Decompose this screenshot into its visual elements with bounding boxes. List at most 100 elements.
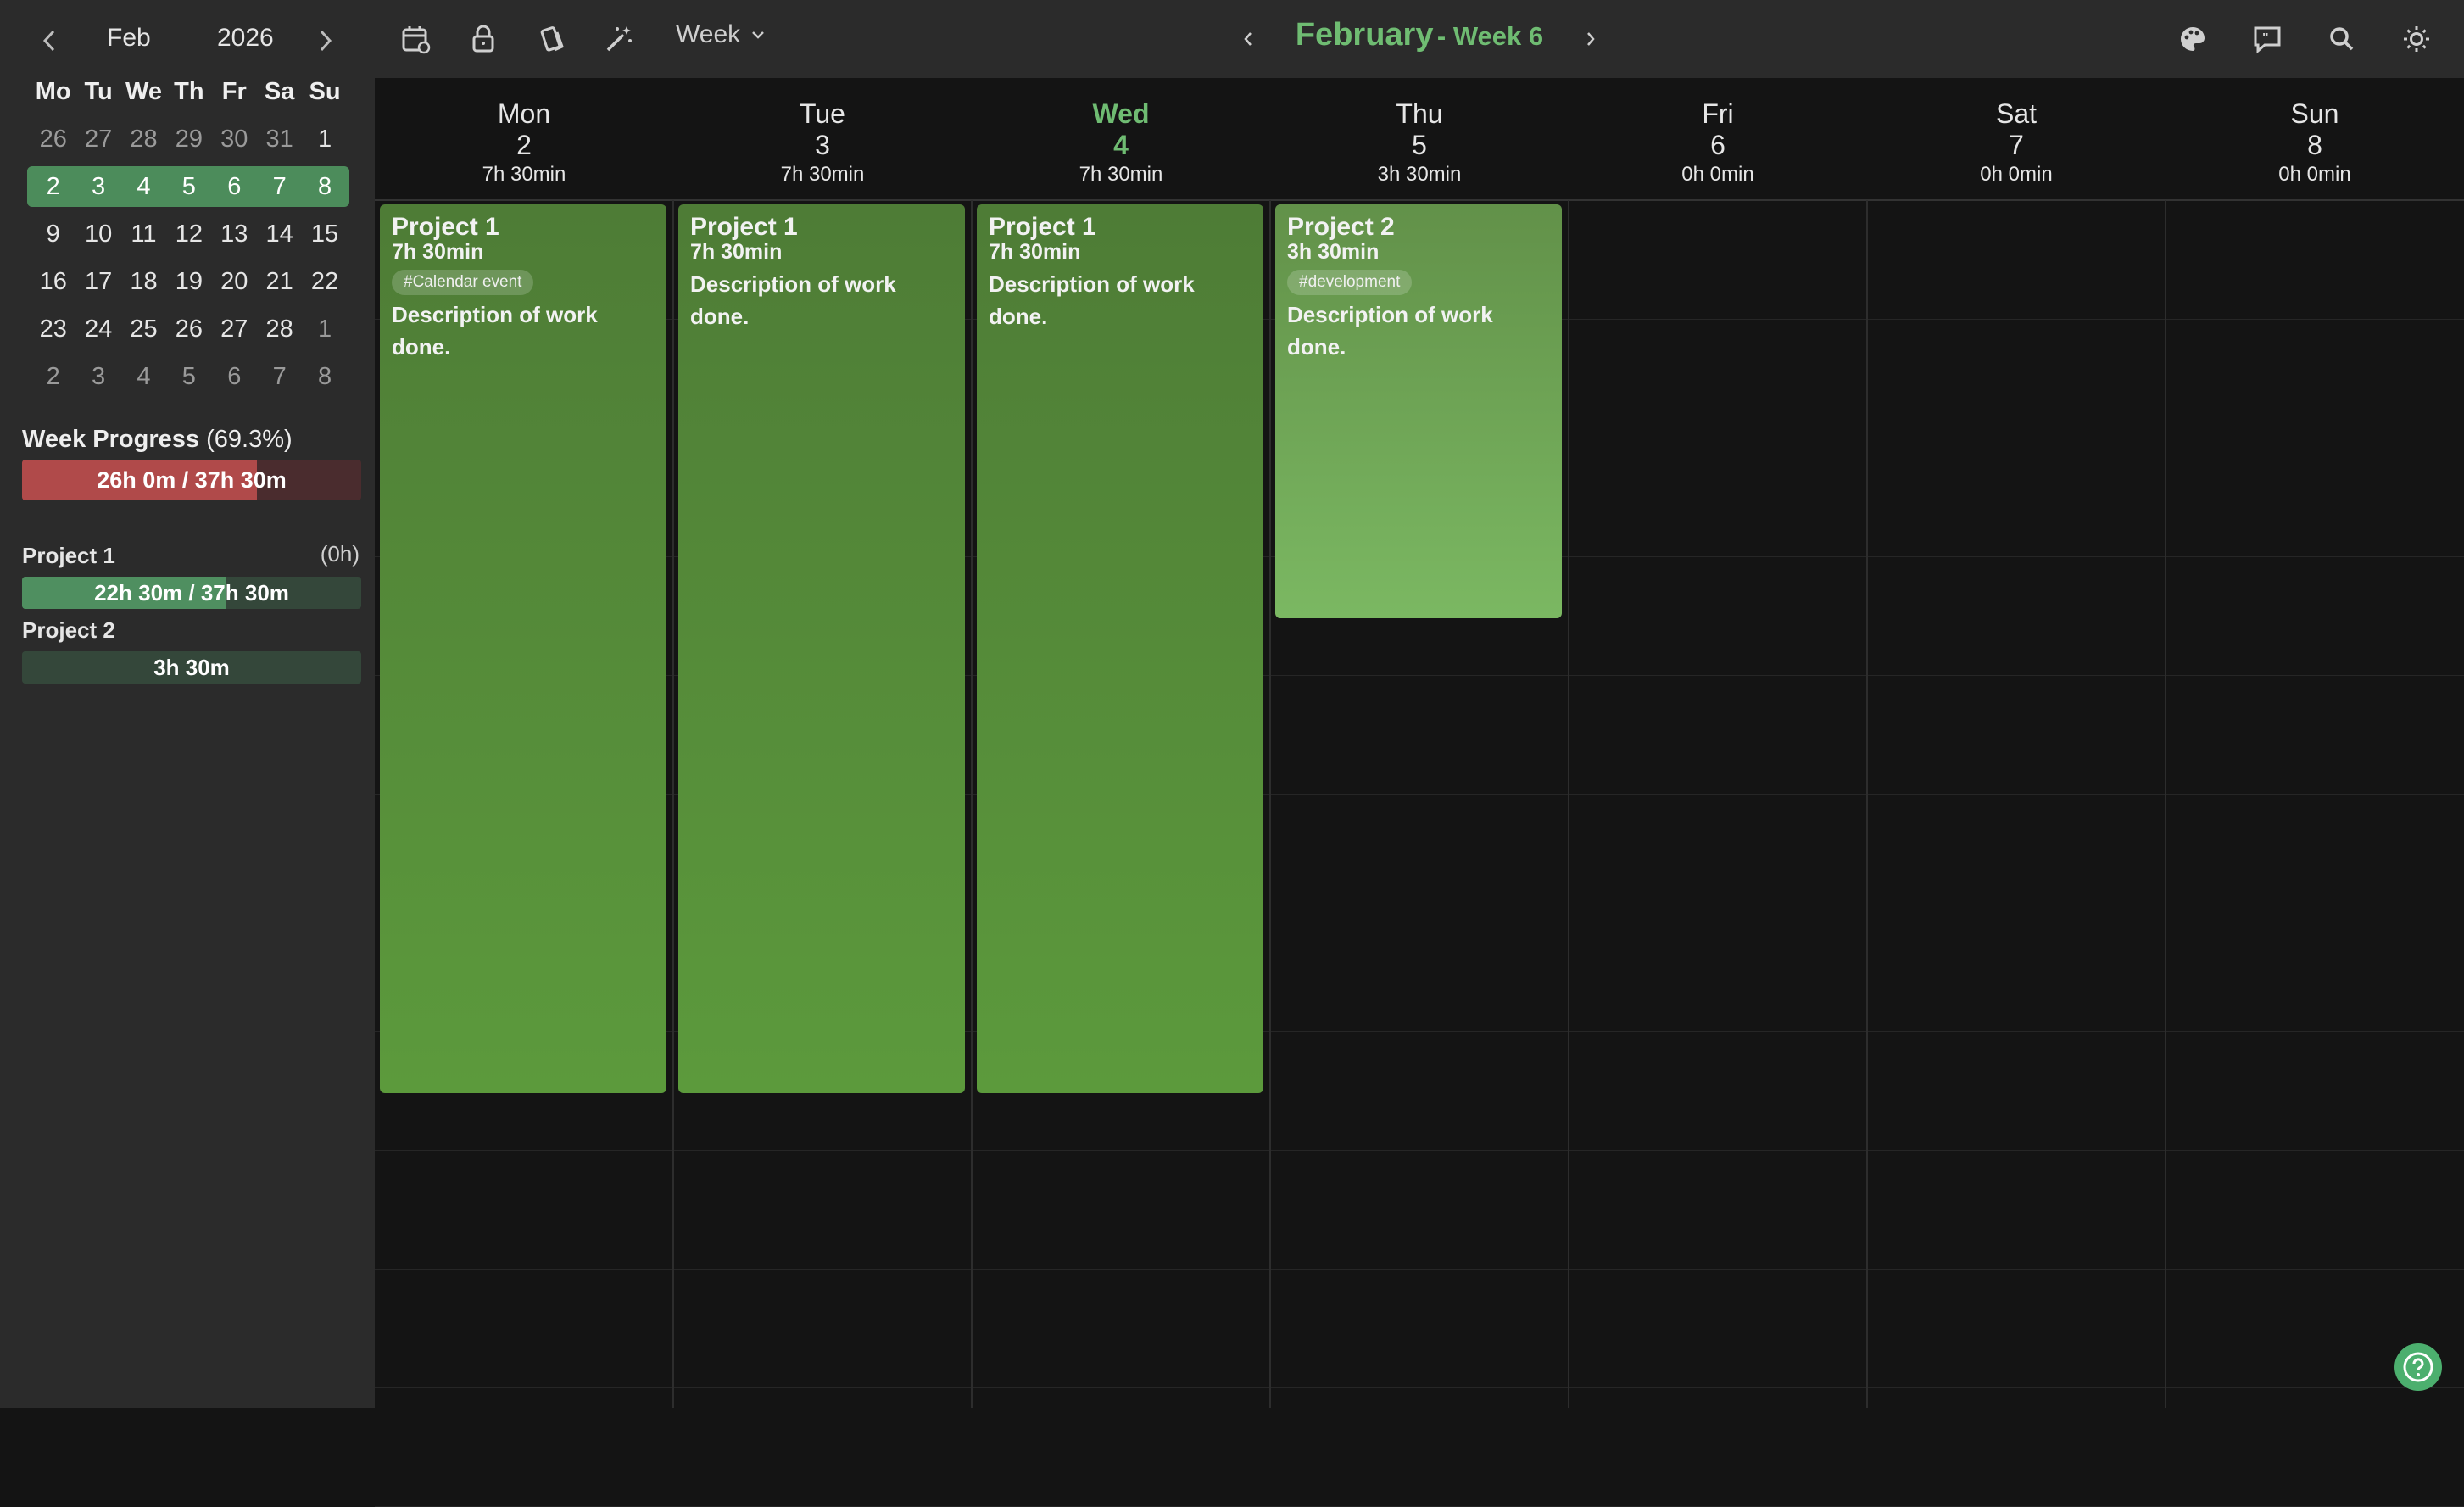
calendar-day[interactable]: 8 [302, 173, 347, 201]
day-date: 4 [1113, 130, 1129, 160]
project-progress-bar: 22h 30m / 37h 30m [22, 577, 361, 609]
brightness-icon [2404, 26, 2429, 52]
calendar-day[interactable]: 31 [257, 126, 302, 153]
calendar-day[interactable]: 1 [302, 126, 347, 153]
event-description: Description of work done. [392, 302, 598, 360]
calendar-day[interactable]: 23 [31, 315, 75, 343]
day-header-sat[interactable]: Sat 7 0h 0min [1867, 78, 2166, 200]
week-row[interactable]: 2345678 [31, 353, 348, 400]
theme-color-button[interactable] [2174, 20, 2211, 58]
selected-week-row[interactable]: 2345678 [27, 163, 349, 210]
calendar-day[interactable]: 10 [75, 220, 120, 248]
calendar-day[interactable]: 5 [166, 173, 211, 201]
calendar-day[interactable]: 29 [166, 126, 211, 153]
chevron-left-icon [1244, 32, 1252, 46]
calendar-day[interactable]: 4 [121, 173, 166, 201]
svg-text:": " [2262, 31, 2269, 46]
day-name: Thu [1396, 98, 1443, 129]
calendar-day[interactable]: 30 [212, 126, 257, 153]
event-title: Project 1 [392, 213, 499, 241]
calendar-day[interactable]: 8 [302, 363, 347, 391]
calendar-day[interactable]: 13 [212, 220, 257, 248]
calendar-day[interactable]: 22 [302, 268, 347, 296]
week-row[interactable]: 9 10 11 12 13 14 15 [31, 210, 348, 258]
day-date: 7 [2009, 130, 2024, 160]
calendar-day[interactable]: 20 [212, 268, 257, 296]
calendar-day[interactable]: 3 [75, 173, 120, 201]
theme-toggle-button[interactable] [2398, 20, 2435, 58]
calendar-day[interactable]: 2 [31, 173, 75, 201]
hour-gridline [375, 1387, 2464, 1388]
week-title-week: - Week 6 [1436, 21, 1544, 51]
calendar-event[interactable]: Project 2 3h 30min #development Description… [1275, 204, 1562, 618]
week-row[interactable]: 23 24 25 26 27 28 1 [31, 305, 348, 353]
event-duration: 7h 30min [989, 240, 1081, 264]
calendar-day[interactable]: 7 [257, 173, 302, 201]
weekday-header: Tu [84, 77, 113, 105]
calendar-day[interactable]: 27 [212, 315, 257, 343]
day-name: Sun [2290, 98, 2339, 129]
day-header-sun[interactable]: Sun 8 0h 0min [2166, 78, 2464, 200]
next-month-button[interactable] [304, 19, 348, 63]
prev-month-button[interactable] [27, 19, 71, 63]
day-date: 6 [1710, 130, 1725, 160]
mini-calendar-month[interactable]: Feb [107, 24, 151, 53]
calendar-day[interactable]: 5 [166, 363, 211, 391]
day-column-divider [1269, 200, 1271, 1408]
calendar-day[interactable]: 26 [31, 126, 75, 153]
calendar-day[interactable]: 16 [31, 268, 75, 296]
event-tag[interactable]: #Calendar event [392, 270, 534, 295]
day-column-divider [971, 200, 973, 1408]
next-week-button[interactable] [1574, 20, 1608, 58]
calendar-day[interactable]: 6 [212, 173, 257, 201]
calendar-day[interactable]: 14 [257, 220, 302, 248]
day-header-thu[interactable]: Thu 5 3h 30min [1270, 78, 1569, 200]
lock-button[interactable] [465, 20, 502, 58]
calendar-button[interactable] [397, 20, 434, 58]
week-row[interactable]: 16 17 18 19 20 21 22 [31, 258, 348, 305]
calendar-day[interactable]: 28 [121, 126, 166, 153]
event-duration: 7h 30min [690, 240, 783, 264]
day-header-tue[interactable]: Tue 3 7h 30min [673, 78, 972, 200]
calendar-day[interactable]: 3 [75, 363, 120, 391]
feedback-button[interactable]: " [2249, 20, 2286, 58]
search-button[interactable] [2323, 20, 2361, 58]
search-icon [2330, 27, 2354, 51]
calendar-day[interactable]: 12 [166, 220, 211, 248]
view-select[interactable]: Week [676, 20, 766, 49]
calendar-day[interactable]: 1 [302, 315, 347, 343]
day-header-mon[interactable]: Mon 2 7h 30min [375, 78, 673, 200]
day-hours: 3h 30min [1377, 163, 1462, 186]
prev-week-button[interactable] [1231, 20, 1265, 58]
day-hours: 0h 0min [1681, 163, 1754, 186]
calendar-event[interactable]: Project 1 7h 30min #Calendar event Descript… [380, 204, 666, 1093]
calendar-day[interactable]: 6 [212, 363, 257, 391]
calendar-day[interactable]: 15 [302, 220, 347, 248]
calendar-event[interactable]: Project 1 7h 30min Description of work don… [977, 204, 1263, 1093]
calendar-day[interactable]: 24 [75, 315, 120, 343]
mini-calendar-year[interactable]: 2026 [217, 24, 274, 53]
calendar-day[interactable]: 11 [121, 220, 166, 248]
calendar-day[interactable]: 18 [121, 268, 166, 296]
calendar-day[interactable]: 21 [257, 268, 302, 296]
cards-button[interactable] [532, 20, 570, 58]
magic-wand-button[interactable] [600, 20, 638, 58]
calendar-day[interactable]: 28 [257, 315, 302, 343]
calendar-day[interactable]: 19 [166, 268, 211, 296]
calendar-day[interactable]: 7 [257, 363, 302, 391]
event-description: Description of work done. [1287, 302, 1493, 360]
calendar-day[interactable]: 2 [31, 363, 75, 391]
calendar-day[interactable]: 26 [166, 315, 211, 343]
calendar-day[interactable]: 4 [121, 363, 166, 391]
calendar-day[interactable]: 17 [75, 268, 120, 296]
event-tag[interactable]: #development [1287, 270, 1413, 295]
day-header-wed[interactable]: Wed 4 7h 30min [972, 78, 1270, 200]
week-row[interactable]: 26 27 28 29 30 31 1 [31, 115, 348, 163]
help-button[interactable] [2394, 1343, 2442, 1391]
tilted-cards-icon [540, 26, 564, 52]
calendar-day[interactable]: 25 [121, 315, 166, 343]
calendar-day[interactable]: 9 [31, 220, 75, 248]
day-header-fri[interactable]: Fri 6 0h 0min [1569, 78, 1867, 200]
calendar-event[interactable]: Project 1 7h 30min Description of work don… [678, 204, 965, 1093]
calendar-day[interactable]: 27 [75, 126, 120, 153]
